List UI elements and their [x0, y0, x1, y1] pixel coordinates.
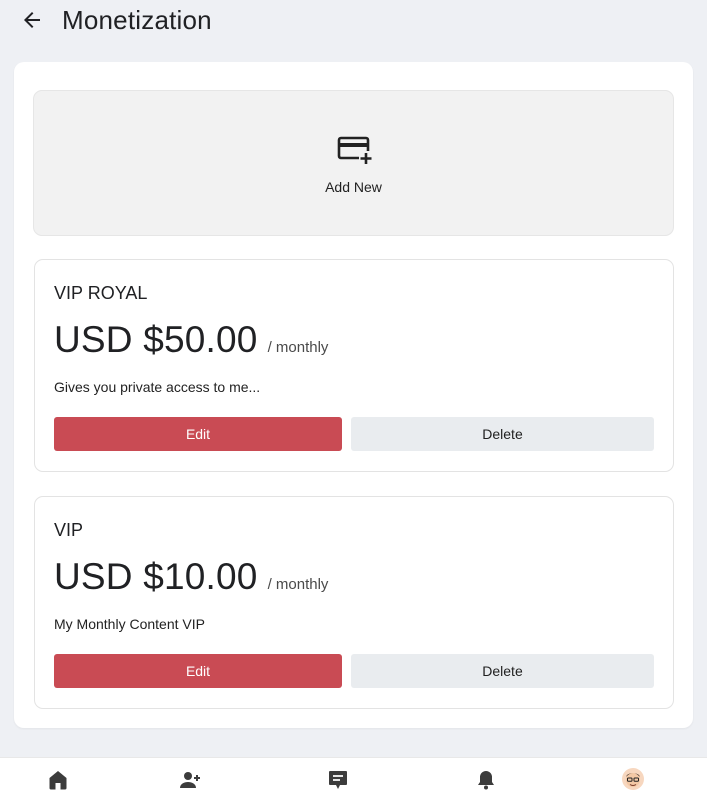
price-row: USD $10.00 / monthly [54, 555, 328, 599]
credit-card-plus-icon [337, 136, 373, 165]
nav-home[interactable] [46, 768, 70, 792]
nav-add-user[interactable] [178, 768, 202, 792]
plan-name: VIP ROYAL [54, 283, 148, 303]
plan-period: / monthly [267, 339, 329, 356]
delete-plan-button[interactable]: Delete [351, 654, 654, 688]
monetization-panel: Add New VIP ROYAL USD $50.00 / monthly G… [14, 62, 693, 728]
edit-plan-button[interactable]: Edit [54, 654, 342, 688]
app-header: Monetization [0, 0, 707, 40]
nav-messages[interactable] [326, 768, 350, 792]
nav-profile[interactable] [622, 768, 646, 792]
back-button[interactable] [20, 8, 44, 32]
plan-name: VIP [54, 520, 84, 540]
price-row: USD $50.00 / monthly [54, 318, 328, 362]
messages-icon [329, 771, 347, 789]
nav-notifications[interactable] [474, 768, 498, 792]
arrow-left-icon [24, 12, 40, 28]
add-new-plan-button[interactable]: Add New [33, 90, 674, 236]
page-title: Monetization [62, 5, 212, 35]
delete-plan-button[interactable]: Delete [351, 417, 654, 451]
profile-avatar-icon [622, 768, 644, 790]
plan-price: USD $50.00 [54, 319, 258, 360]
edit-plan-button[interactable]: Edit [54, 417, 342, 451]
plan-description: Gives you private access to me... [54, 379, 261, 395]
plan-card: VIP USD $10.00 / monthly My Monthly Cont… [34, 496, 674, 709]
plan-period: / monthly [267, 576, 329, 593]
home-icon [49, 771, 67, 790]
add-new-label: Add New [325, 179, 382, 195]
plan-description: My Monthly Content VIP [54, 616, 205, 632]
plan-price: USD $10.00 [54, 556, 258, 597]
notifications-bell-icon [478, 771, 494, 790]
bottom-navigation [0, 757, 707, 800]
plan-card: VIP ROYAL USD $50.00 / monthly Gives you… [34, 259, 674, 472]
add-user-icon [180, 772, 200, 788]
